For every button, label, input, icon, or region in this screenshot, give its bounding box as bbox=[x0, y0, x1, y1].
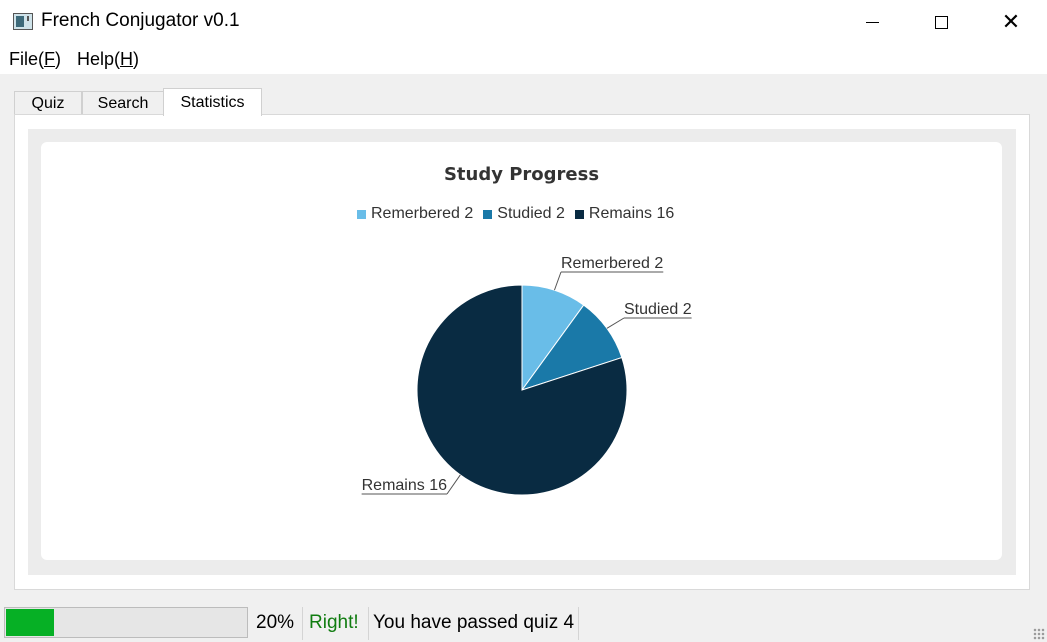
maximize-button[interactable] bbox=[906, 0, 976, 45]
pie-chart: Remerbered 2 Studied 2 Remains 16 bbox=[361, 255, 692, 496]
progress-percent: 20% bbox=[256, 612, 295, 633]
status-message: You have passed quiz 4 bbox=[373, 612, 575, 633]
slice-label-remembered: Remerbered 2 bbox=[561, 255, 663, 272]
slice-leader-studied bbox=[606, 317, 692, 329]
tab-search[interactable]: Search bbox=[82, 91, 164, 116]
menu-file[interactable]: File(F) bbox=[9, 49, 61, 70]
slice-leader-remembered bbox=[553, 271, 664, 291]
menu-help[interactable]: Help(H) bbox=[77, 49, 139, 70]
tab-quiz[interactable]: Quiz bbox=[14, 91, 82, 116]
tab-statistics[interactable]: Statistics bbox=[163, 88, 262, 116]
slice-label-remains: Remains 16 bbox=[362, 477, 447, 494]
menu-bar: File(F) Help(H) bbox=[0, 45, 1047, 74]
status-divider bbox=[302, 607, 303, 640]
slice-label-studied: Studied 2 bbox=[624, 301, 692, 318]
chart-card: Study Progress Remerbered 2 Studied 2 Re… bbox=[41, 142, 1002, 560]
status-bar: 20% Right! You have passed quiz 4 bbox=[0, 604, 1047, 642]
app-icon bbox=[13, 13, 33, 30]
minimize-icon bbox=[865, 22, 879, 23]
progress-fill bbox=[6, 609, 54, 636]
close-icon: ✕ bbox=[1001, 9, 1021, 35]
status-divider bbox=[368, 607, 369, 640]
progress-bar bbox=[4, 607, 248, 638]
status-divider bbox=[578, 607, 579, 640]
resize-grip-icon[interactable] bbox=[1033, 628, 1045, 640]
window-title: French Conjugator v0.1 bbox=[41, 10, 240, 31]
close-button[interactable]: ✕ bbox=[976, 0, 1046, 45]
quiz-result: Right! bbox=[309, 612, 359, 633]
minimize-button[interactable] bbox=[837, 0, 907, 45]
statistics-panel: Study Progress Remerbered 2 Studied 2 Re… bbox=[14, 114, 1030, 590]
title-bar: French Conjugator v0.1 ✕ bbox=[0, 0, 1047, 45]
chart-frame: Study Progress Remerbered 2 Studied 2 Re… bbox=[28, 129, 1016, 575]
maximize-icon bbox=[934, 16, 948, 29]
